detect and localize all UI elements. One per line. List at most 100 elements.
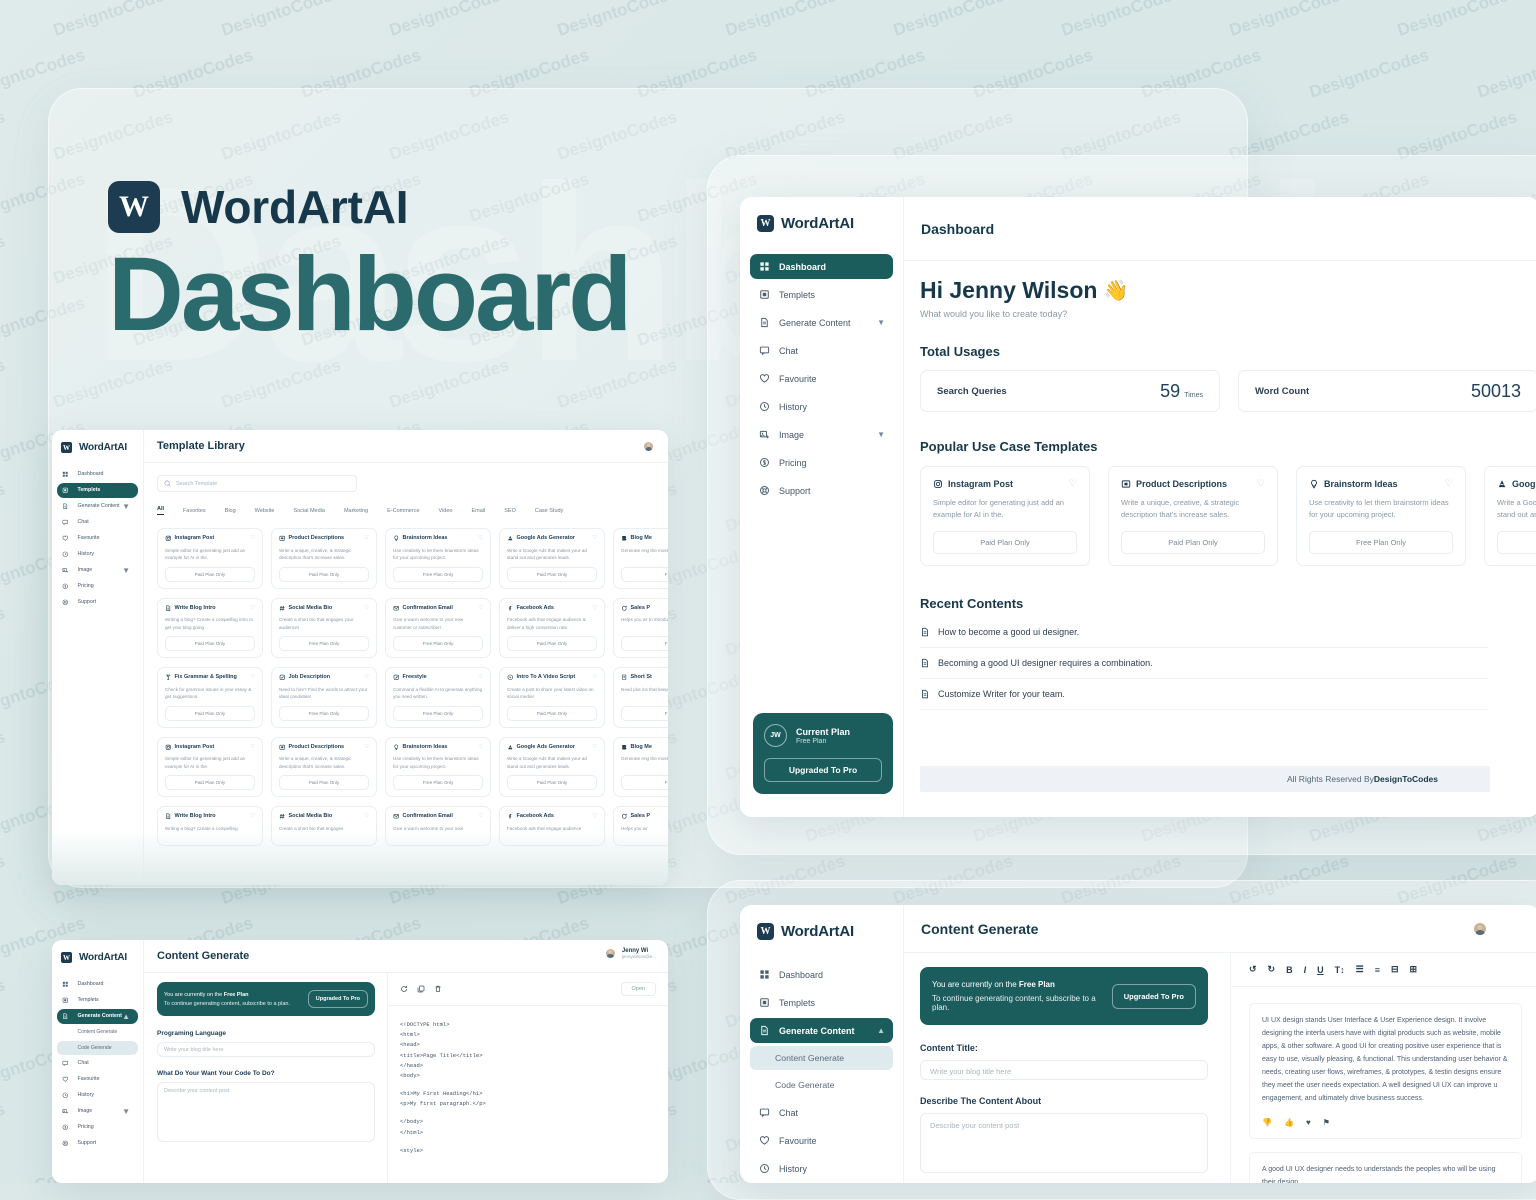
- favorite-heart-icon[interactable]: ♡: [250, 744, 255, 750]
- align-right-icon[interactable]: ⊞: [1410, 964, 1418, 975]
- chevron-down-icon[interactable]: ▲: [877, 1026, 885, 1035]
- template-card[interactable]: Brainstorm Ideas ♡ Use creativity to let t…: [385, 528, 491, 589]
- sidebar-item-templets[interactable]: Templets: [57, 483, 138, 498]
- recent-content-item[interactable]: Becoming a good UI designer requires a c…: [920, 648, 1488, 679]
- chevron-down-icon[interactable]: ▼: [877, 430, 885, 439]
- template-card-plan-badge[interactable]: Paid Plan Only: [165, 636, 255, 651]
- template-card[interactable]: Freestyle ♡ Command a flexible AI to gener…: [385, 667, 491, 728]
- sidebar-subitem-code-generate[interactable]: Code Generate: [57, 1040, 138, 1055]
- avatar[interactable]: [1472, 921, 1488, 937]
- code-description-input[interactable]: Describe your content post: [157, 1082, 375, 1142]
- template-card[interactable]: Write Blog Intro ♡ Writing a blog? Create …: [157, 597, 263, 658]
- tab-website[interactable]: Website: [255, 508, 275, 514]
- template-card-plan-badge[interactable]: Free Plan Only: [393, 636, 483, 651]
- sidebar-item-favourite[interactable]: Favourite: [750, 1128, 893, 1153]
- editor-toolbar[interactable]: ↺ ↻ B I U T↕ ☰ ≡ ⊟ ⊞: [1231, 953, 1536, 987]
- sidebar-item-support[interactable]: Support: [57, 1136, 138, 1151]
- list-ordered-icon[interactable]: ≡: [1375, 965, 1380, 975]
- template-card[interactable]: Facebook Ads ♡ Facebook ads that engage au…: [499, 597, 605, 658]
- favorite-heart-icon[interactable]: ♡: [250, 605, 255, 611]
- refresh-icon[interactable]: [400, 985, 408, 993]
- sidebar-item-templets[interactable]: Templets: [57, 993, 138, 1008]
- programming-language-input[interactable]: Write your blog title here: [157, 1042, 375, 1057]
- db-nav[interactable]: Dashboard Templets Generate Content ▼ Chat Fa…: [740, 254, 903, 503]
- sidebar-item-history[interactable]: History: [750, 394, 893, 419]
- underline-icon[interactable]: U: [1317, 965, 1324, 975]
- template-card[interactable]: Job Description ♡ Need to hire? Find the w…: [271, 667, 377, 728]
- template-card[interactable]: Blog Me♡ Generate eng the most affe F: [613, 528, 668, 589]
- flag-icon[interactable]: ⚑: [1323, 1118, 1330, 1127]
- favorite-heart-icon[interactable]: ♡: [250, 813, 255, 819]
- list-bullet-icon[interactable]: ☰: [1356, 964, 1364, 975]
- sidebar-item-generate-content[interactable]: Generate Content ▲: [750, 1018, 893, 1043]
- editor-reactions[interactable]: 👎 👍 ♥ ⚑: [1262, 1118, 1509, 1127]
- template-card-plan-badge[interactable]: F: [621, 636, 668, 651]
- template-card-plan-badge[interactable]: Free Plan Only: [279, 705, 369, 721]
- tab-case-study[interactable]: Case Study: [535, 508, 563, 514]
- template-card-plan-badge[interactable]: Paid Plan Only: [279, 566, 369, 582]
- chevron-down-icon[interactable]: ▲: [122, 1012, 130, 1021]
- template-card-plan-badge[interactable]: Free Plan Only: [279, 636, 369, 651]
- heart-icon[interactable]: ♥: [1306, 1118, 1311, 1127]
- template-card[interactable]: Social Media Bio ♡ Create a short bio that…: [271, 597, 377, 658]
- template-card[interactable]: Google Ads Generator ♡ Write a Google Ads …: [499, 736, 605, 797]
- template-card[interactable]: Intro To A Video Script ♡ Create a post to…: [499, 667, 605, 728]
- favorite-heart-icon[interactable]: ♡: [364, 744, 369, 750]
- sidebar-subitem-content-generate[interactable]: Content Generate: [57, 1025, 138, 1039]
- favorite-heart-icon[interactable]: ♡: [592, 605, 597, 611]
- sidebar-item-image[interactable]: Image ▼: [57, 563, 138, 578]
- template-card-plan-badge[interactable]: Free Plan Only: [393, 775, 483, 790]
- tab-marketing[interactable]: Marketing: [344, 508, 368, 514]
- favorite-heart-icon[interactable]: ♡: [364, 813, 369, 819]
- favorite-heart-icon[interactable]: ♡: [364, 535, 369, 541]
- recent-content-item[interactable]: Customize Writer for your team.: [920, 679, 1488, 710]
- sidebar-item-dashboard[interactable]: Dashboard: [750, 962, 893, 987]
- favorite-heart-icon[interactable]: ♡: [364, 674, 369, 680]
- sidebar-item-history[interactable]: History: [57, 1088, 138, 1103]
- upgrade-to-pro-button[interactable]: Upgraded To Pro: [764, 758, 882, 782]
- template-card-plan-badge[interactable]: Paid Plan Only: [165, 705, 255, 721]
- favorite-heart-icon[interactable]: ♡: [250, 674, 255, 680]
- open-button[interactable]: Open: [620, 982, 656, 996]
- template-card[interactable]: Confirmation Email ♡ Give a warm welcome t…: [385, 597, 491, 658]
- template-card-plan-badge[interactable]: Free Plan Only: [393, 705, 483, 721]
- tab-blog[interactable]: Blog: [225, 508, 236, 514]
- content-title-input[interactable]: Write your blog title here: [920, 1060, 1208, 1080]
- template-card[interactable]: Sales P♡ Helps you wr to introduce F: [613, 597, 668, 658]
- sidebar-item-history[interactable]: History: [750, 1156, 893, 1181]
- sidebar-subitem-code-generate[interactable]: Code Generate: [750, 1073, 893, 1097]
- sidebar-item-generate-content[interactable]: Generate Content ▼: [57, 499, 138, 514]
- cg-user[interactable]: Jenny Wi jennywilson@e...: [603, 947, 656, 960]
- template-card[interactable]: Product Descriptions ♡ Write a unique, cre…: [271, 736, 377, 797]
- template-card-plan-badge[interactable]: Paid Plan Only: [1121, 531, 1265, 554]
- sidebar-item-pricing[interactable]: Pricing: [750, 450, 893, 475]
- template-card[interactable]: Product Descriptions ♡ Write a unique, cre…: [271, 528, 377, 589]
- favorite-heart-icon[interactable]: ♡: [592, 813, 597, 819]
- trash-icon[interactable]: [434, 985, 442, 993]
- template-card-plan-badge[interactable]: Paid Plan Only: [165, 775, 255, 790]
- tab-seo[interactable]: SEO: [504, 508, 516, 514]
- sidebar-item-chat[interactable]: Chat: [57, 1056, 138, 1071]
- sidebar-item-image[interactable]: Image ▼: [57, 1104, 138, 1119]
- favorite-heart-icon[interactable]: ♡: [478, 744, 483, 750]
- sidebar-item-chat[interactable]: Chat: [750, 338, 893, 363]
- favorite-heart-icon[interactable]: ♡: [478, 535, 483, 541]
- template-card-plan-badge[interactable]: Paid Plan Only: [507, 775, 597, 790]
- template-card-plan-badge[interactable]: F: [621, 775, 668, 790]
- sidebar-item-dashboard[interactable]: Dashboard: [57, 467, 138, 482]
- sidebar-subitem-content-generate[interactable]: Content Generate: [750, 1046, 893, 1070]
- avatar[interactable]: [603, 947, 617, 960]
- thumbs-up-icon[interactable]: 👍: [1284, 1118, 1294, 1127]
- template-card[interactable]: Instagram Post ♡ Simple editor for generat…: [157, 528, 263, 589]
- chevron-down-icon[interactable]: ▼: [122, 502, 130, 511]
- tab-email[interactable]: Email: [471, 508, 485, 514]
- template-card[interactable]: Brainstorm Ideas ♡ Use creativity to let t…: [1296, 466, 1466, 566]
- favorite-heart-icon[interactable]: ♡: [592, 674, 597, 680]
- cg-code-toolbar[interactable]: Open: [388, 973, 668, 1006]
- sidebar-item-pricing[interactable]: Pricing: [57, 579, 138, 594]
- tab-favorites[interactable]: Favorites: [183, 508, 206, 514]
- sidebar-item-support[interactable]: Support: [57, 595, 138, 610]
- cg-nav[interactable]: Dashboard Templets Generate Content ▲ Conten…: [52, 977, 143, 1151]
- sidebar-item-image[interactable]: Image ▼: [750, 422, 893, 447]
- recent-list[interactable]: How to become a good ui designer. Becomin…: [920, 617, 1536, 710]
